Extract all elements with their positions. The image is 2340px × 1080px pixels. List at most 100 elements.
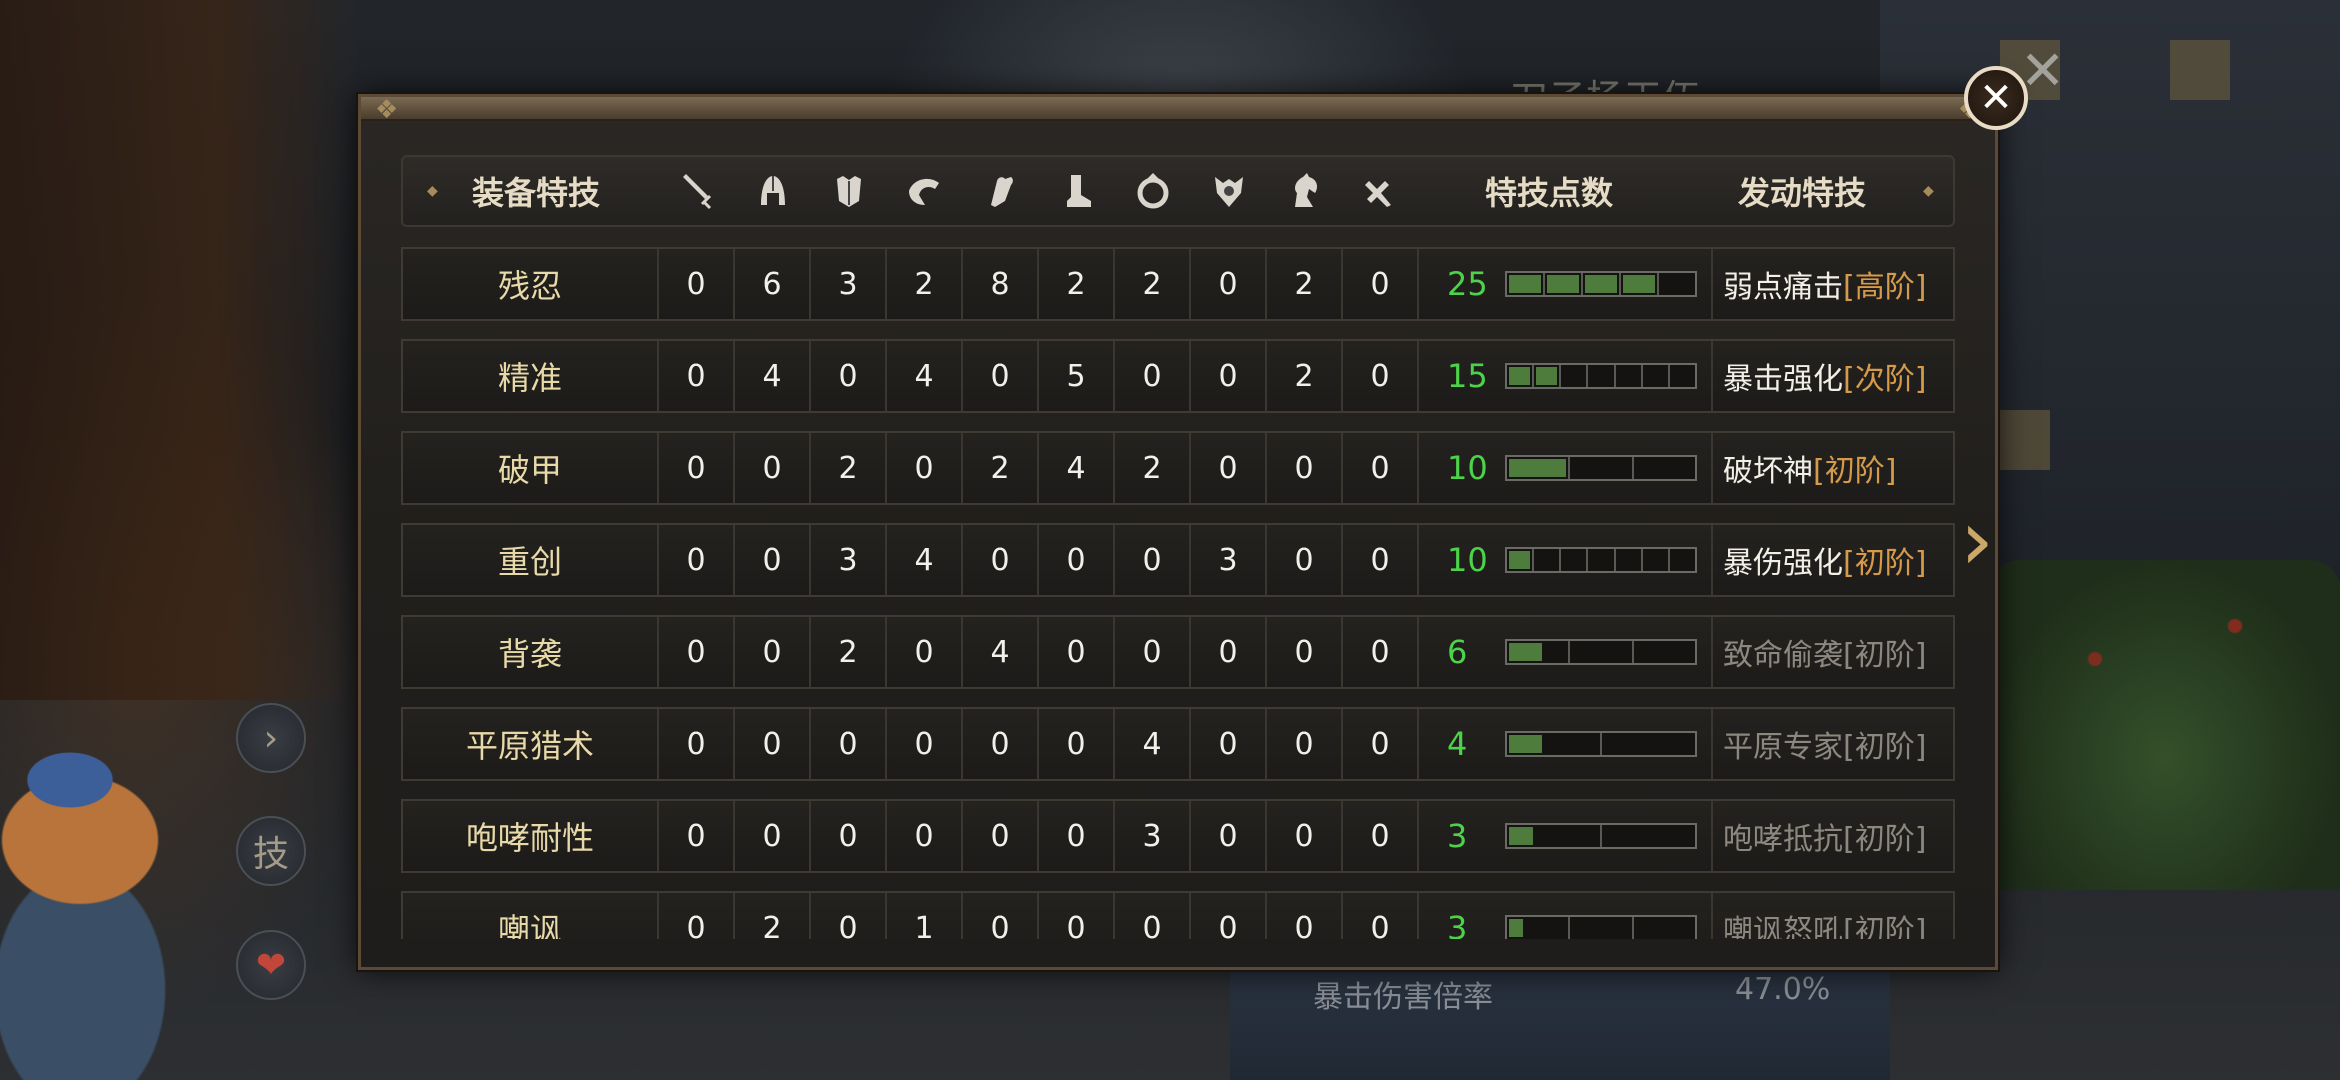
table-row[interactable]: 重创 0 0 3 4 0 0 0 3 0 0 10 暴伤强化 [初阶] — [401, 523, 1955, 597]
slot-value: 0 — [1343, 249, 1419, 319]
slot-value: 0 — [1343, 433, 1419, 503]
expand-button[interactable]: › — [236, 703, 306, 773]
chevron-right-icon: › — [263, 717, 279, 759]
activated-skill[interactable]: 弱点痛击 [高阶] — [1713, 249, 1953, 319]
slot-value: 0 — [1191, 801, 1267, 871]
crit-damage-value: 47.0% — [1735, 972, 1831, 1007]
table-row[interactable]: 嘲讽 0 2 0 1 0 0 0 0 0 0 3 嘲讽怒吼 [初阶] — [401, 891, 1955, 939]
crit-damage-label: 暴击伤害倍率 — [1313, 980, 1493, 1015]
activated-skill[interactable]: 暴击强化 [次阶] — [1713, 341, 1953, 411]
slot-value: 0 — [659, 525, 735, 595]
slot-value: 0 — [1343, 893, 1419, 939]
slot-value: 4 — [963, 617, 1039, 687]
slot-value: 0 — [1267, 433, 1343, 503]
slot-value: 0 — [735, 709, 811, 779]
activated-skill-tier: [初阶] — [1843, 638, 1927, 673]
slot-value: 0 — [1343, 525, 1419, 595]
slot-value: 0 — [811, 341, 887, 411]
skill-points-cell: 10 — [1419, 525, 1713, 595]
progress-segment — [1507, 641, 1571, 663]
progress-segment — [1507, 365, 1535, 387]
progress-segment — [1643, 365, 1670, 387]
table-row[interactable]: 咆哮耐性 0 0 0 0 0 0 3 0 0 0 3 咆哮抵抗 [初阶] — [401, 799, 1955, 873]
activated-skill[interactable]: 破坏神 [初阶] — [1713, 433, 1953, 503]
skill-name: 精准 — [403, 341, 659, 411]
skill-points-value: 4 — [1447, 725, 1468, 763]
slot-value: 0 — [887, 617, 963, 687]
activated-skill[interactable]: 咆哮抵抗 [初阶] — [1713, 801, 1953, 871]
slot-value: 0 — [963, 801, 1039, 871]
slot-value: 0 — [659, 341, 735, 411]
slot-value: 0 — [1343, 709, 1419, 779]
slot-value: 0 — [1115, 617, 1191, 687]
slot-value: 0 — [811, 801, 887, 871]
skill-progress-bar — [1505, 731, 1697, 757]
skill-points-value: 15 — [1447, 357, 1488, 395]
progress-segment — [1507, 549, 1535, 571]
heart-icon: ❤ — [255, 944, 287, 986]
progress-fill — [1623, 275, 1655, 293]
slot-value: 2 — [963, 433, 1039, 503]
activated-skill-tier: [初阶] — [1843, 914, 1927, 939]
progress-segment — [1583, 273, 1621, 295]
activated-skill[interactable]: 暴伤强化 [初阶] — [1713, 525, 1953, 595]
progress-segment — [1534, 549, 1562, 571]
slot-value: 4 — [1039, 433, 1115, 503]
dialog-top-frame — [361, 97, 1995, 121]
slot-value: 0 — [1267, 525, 1343, 595]
table-row[interactable]: 背袭 0 0 2 0 4 0 0 0 0 0 6 致命偷袭 [初阶] — [401, 615, 1955, 689]
activated-skill-name: 弱点痛击 — [1723, 270, 1843, 305]
next-page-arrow[interactable]: › — [1952, 498, 2002, 582]
table-row[interactable]: 破甲 0 0 2 0 2 4 2 0 0 0 10 破坏神 [初阶] — [401, 431, 1955, 505]
progress-fill — [1509, 551, 1531, 569]
progress-segment — [1570, 641, 1634, 663]
table-row[interactable]: 残忍 0 6 3 2 8 2 2 0 2 0 25 弱点痛击 [高阶] — [401, 247, 1955, 321]
equipment-skill-dialog: ❖ ❖ ◆ 装备特技 — [358, 94, 1998, 970]
slot-value: 0 — [1191, 709, 1267, 779]
close-icon: ✕ — [1979, 75, 2013, 121]
boot-icon — [1039, 157, 1115, 225]
skill-points-value: 10 — [1447, 541, 1488, 579]
slot-value: 0 — [963, 341, 1039, 411]
progress-fill — [1536, 367, 1558, 385]
background-plants — [1990, 560, 2340, 890]
activated-skill[interactable]: 平原专家 [初阶] — [1713, 709, 1953, 779]
table-row[interactable]: 平原猎术 0 0 0 0 0 0 4 0 0 0 4 平原专家 [初阶] — [401, 707, 1955, 781]
progress-fill — [1509, 827, 1533, 845]
progress-segment — [1670, 549, 1695, 571]
progress-segment — [1507, 917, 1571, 939]
slot-value: 0 — [659, 617, 735, 687]
skill-points-cell: 6 — [1419, 617, 1713, 687]
skill-progress-bar — [1505, 639, 1697, 665]
slot-value: 0 — [1191, 249, 1267, 319]
progress-fill — [1509, 459, 1567, 477]
skill-name: 平原猎术 — [403, 709, 659, 779]
slot-value: 0 — [735, 525, 811, 595]
favorite-button[interactable]: ❤ — [236, 930, 306, 1000]
activated-skill[interactable]: 致命偷袭 [初阶] — [1713, 617, 1953, 687]
horse-icon — [1267, 157, 1343, 225]
sword-icon — [659, 157, 735, 225]
skill-name: 咆哮耐性 — [403, 801, 659, 871]
slot-value: 0 — [659, 249, 735, 319]
background-window — [2170, 40, 2230, 100]
slot-value: 1 — [887, 893, 963, 939]
skill-progress-bar — [1505, 271, 1697, 297]
slot-value: 0 — [1115, 341, 1191, 411]
activated-skill-tier: [次阶] — [1843, 362, 1927, 397]
skill-name: 残忍 — [403, 249, 659, 319]
skill-button[interactable]: 技 — [236, 816, 306, 886]
skill-progress-bar — [1505, 363, 1697, 389]
skill-points-value: 3 — [1447, 817, 1468, 855]
activated-skill-name: 咆哮抵抗 — [1723, 822, 1843, 857]
slot-value: 0 — [1039, 893, 1115, 939]
table-row[interactable]: 精准 0 4 0 4 0 5 0 0 2 0 15 暴击强化 [次阶] — [401, 339, 1955, 413]
skill-name: 背袭 — [403, 617, 659, 687]
skill-icon: 技 — [252, 834, 289, 875]
close-button[interactable]: ✕ — [1964, 66, 2028, 130]
character-model — [0, 720, 210, 1080]
activated-skill-name: 致命偷袭 — [1723, 638, 1843, 673]
activated-skill-name: 平原专家 — [1723, 730, 1843, 765]
slot-value: 2 — [1267, 249, 1343, 319]
activated-skill[interactable]: 嘲讽怒吼 [初阶] — [1713, 893, 1953, 939]
